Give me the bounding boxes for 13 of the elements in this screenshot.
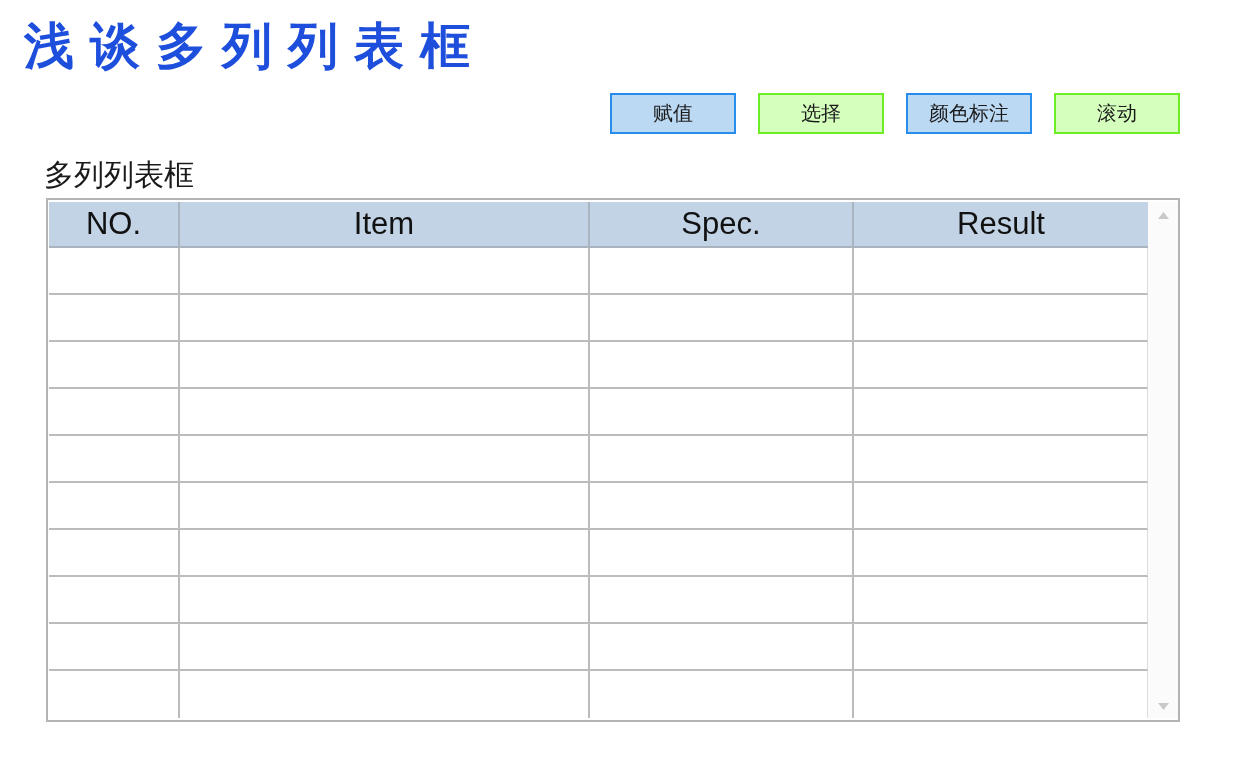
listbox-label: 多列列表框 [44,156,194,194]
column-header[interactable]: Item [180,202,590,248]
scroll-down-icon[interactable] [1157,703,1169,710]
column-header[interactable]: Result [854,202,1148,248]
column-header[interactable]: Spec. [590,202,854,248]
action-button[interactable]: 选择 [758,93,884,134]
scroll-up-icon[interactable] [1157,212,1169,219]
column-header[interactable]: NO. [49,202,180,248]
action-button[interactable]: 赋值 [610,93,736,134]
action-button[interactable]: 滚动 [1054,93,1180,134]
page-title: 浅谈多列列表框 [23,16,486,74]
scrollbar[interactable] [1148,202,1178,718]
action-button[interactable]: 颜色标注 [906,93,1032,134]
